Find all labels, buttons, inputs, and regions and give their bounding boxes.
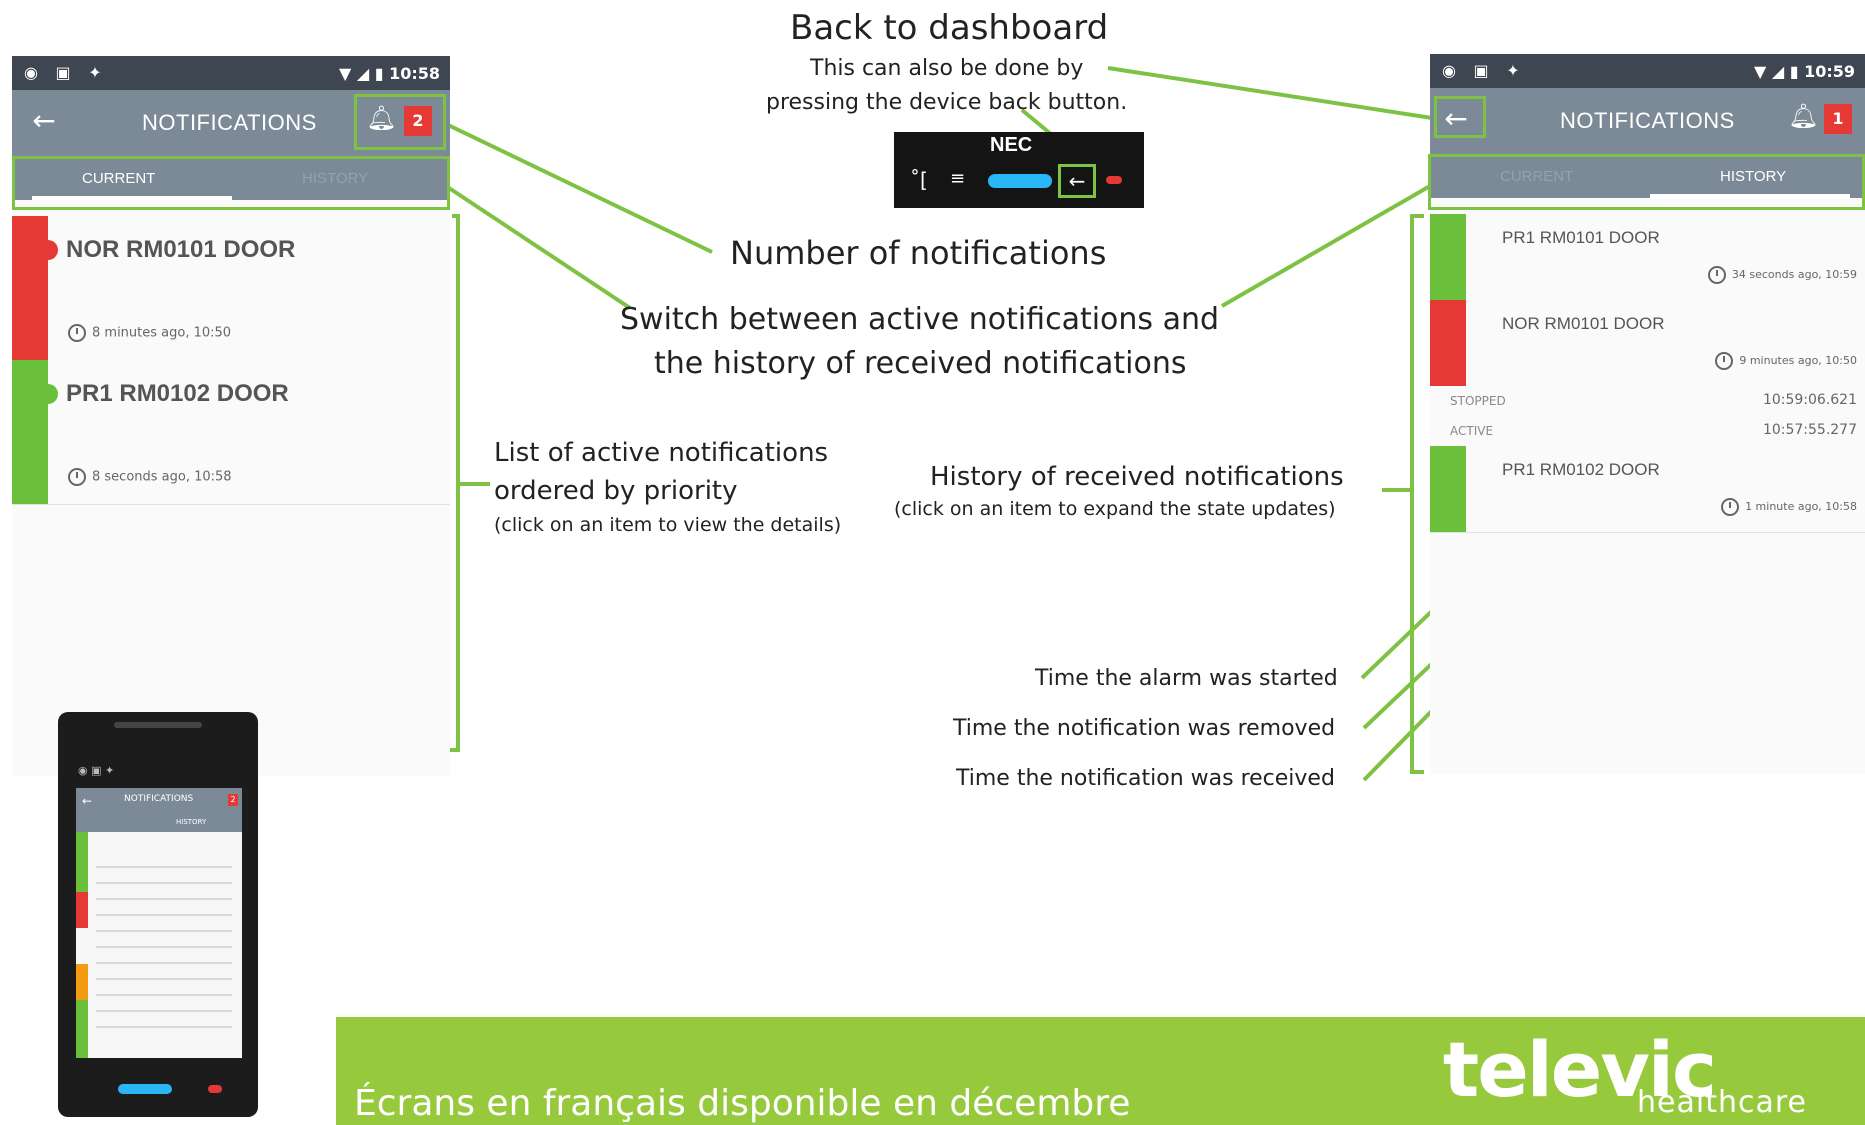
notification-time: 8 seconds ago, 10:58: [68, 468, 232, 486]
device-back-key[interactable]: ←: [1058, 164, 1096, 198]
state-time: 10:57:55.277: [1762, 422, 1857, 438]
clock-icon: [1707, 266, 1726, 284]
status-dot: [38, 240, 58, 260]
list-callout-line2: ordered by priority: [494, 476, 738, 506]
device-app-bar: ← NOTIFICATIONS 2 HISTORY: [76, 788, 242, 832]
notification-time: 1 minute ago, 10:58: [1721, 498, 1857, 516]
state-label: STOPPED: [1450, 394, 1506, 408]
list-item[interactable]: PR1 RM0102 DOOR 1 minute ago, 10:58: [1430, 446, 1865, 533]
time-received-callout: Time the notification was received: [956, 766, 1335, 791]
history-callout-line2: (click on an item to expand the state up…: [894, 498, 1336, 520]
status-time: 10:58: [389, 64, 440, 83]
navigation-key[interactable]: [988, 174, 1052, 188]
device-title: NOTIFICATIONS: [124, 794, 194, 804]
handheld-device-image: ◉ ▣ ✦ ← NOTIFICATIONS 2 HISTORY: [58, 712, 258, 1117]
notification-time: 34 seconds ago, 10:59: [1707, 266, 1857, 284]
device-strip: [76, 1000, 88, 1058]
status-time: 10:59: [1804, 62, 1855, 81]
list-item[interactable]: PR1 RM0101 DOOR 34 seconds ago, 10:59: [1430, 214, 1865, 301]
banner-text: Écrans en français disponible en décembr…: [354, 1083, 1131, 1124]
notification-time: 9 minutes ago, 10:50: [1715, 352, 1857, 370]
menu-key-icon: ≡: [950, 168, 966, 189]
time-removed-callout: Time the notification was removed: [953, 716, 1336, 741]
notification-title: NOR RM0101 DOOR: [66, 236, 296, 263]
priority-strip: [12, 216, 48, 360]
notification-count-badge: 1: [1824, 104, 1852, 134]
device-tab: HISTORY: [176, 818, 207, 826]
priority-strip: [1430, 446, 1466, 532]
status-bar: ◉ ▣ ✦ ▼ ◢ ▮ 10:58: [12, 56, 450, 90]
device-speaker: [114, 722, 202, 728]
status-dot: [38, 384, 58, 404]
device-keypad: NEC ˚[ ≡ ←: [894, 132, 1144, 208]
switch-callout-line1: Switch between active notifications and: [620, 302, 1220, 337]
notification-title: PR1 RM0102 DOOR: [66, 380, 289, 407]
back-button-highlight: [1434, 96, 1486, 138]
app-bar: ← NOTIFICATIONS 🔔︎ 1: [1430, 88, 1865, 152]
state-time: 10:59:06.621: [1762, 392, 1857, 408]
end-call-key-icon: [1106, 176, 1122, 184]
bell-icon[interactable]: 🔔︎: [1788, 102, 1818, 130]
clock-icon: [68, 468, 86, 486]
back-callout-line2: pressing the device back button.: [766, 90, 1128, 115]
device-badge: 2: [228, 794, 238, 806]
back-arrow-icon[interactable]: ←: [22, 102, 66, 142]
call-key-icon: ˚[: [910, 168, 928, 192]
back-callout-line1: This can also be done by: [810, 56, 1084, 81]
notification-title: NOR RM0101 DOOR: [1502, 314, 1665, 333]
badge-highlight: [354, 94, 446, 150]
footer-banner: Écrans en français disponible en décembr…: [336, 1017, 1865, 1125]
page-title: NOTIFICATIONS: [1560, 108, 1735, 133]
state-update-row: STOPPED 10:59:06.621: [1430, 386, 1865, 417]
notification-time: 8 minutes ago, 10:50: [68, 324, 231, 342]
device-nav-key: [118, 1084, 172, 1094]
device-strip: [76, 892, 88, 928]
list-item[interactable]: NOR RM0101 DOOR 8 minutes ago, 10:50: [12, 216, 450, 361]
wifi-icon: ▼ ◢ ▮: [338, 64, 390, 83]
status-icons: ◉ ▣ ✦: [24, 63, 108, 82]
list-item[interactable]: NOR RM0101 DOOR 9 minutes ago, 10:50: [1430, 300, 1865, 386]
priority-strip: [1430, 300, 1466, 386]
notification-title: PR1 RM0102 DOOR: [1502, 460, 1660, 479]
healthcare-logo-text: healthcare: [1637, 1085, 1807, 1120]
device-end-key: [208, 1085, 222, 1093]
number-callout: Number of notifications: [730, 234, 1107, 272]
keypad-brand: NEC: [990, 134, 1033, 156]
device-screen: ← NOTIFICATIONS 2 HISTORY: [76, 788, 242, 1058]
history-callout-line1: History of received notifications: [930, 462, 1344, 492]
list-callout-line1: List of active notifications: [494, 438, 829, 468]
clock-icon: [1715, 352, 1734, 370]
list-callout-line3: (click on an item to view the details): [494, 514, 842, 536]
notification-title: PR1 RM0101 DOOR: [1502, 228, 1660, 247]
priority-strip: [1430, 214, 1466, 300]
device-keys: [78, 1082, 238, 1096]
priority-strip: [12, 360, 48, 504]
device-back-icon: ←: [82, 794, 93, 808]
state-update-row: ACTIVE 10:57:55.277: [1430, 416, 1865, 447]
tabs-highlight: [1428, 154, 1865, 210]
page-title: NOTIFICATIONS: [142, 110, 317, 135]
device-list-lines: [96, 852, 232, 1042]
wifi-icon: ▼ ◢ ▮: [1753, 62, 1805, 81]
switch-callout-line2: the history of received notifications: [654, 346, 1187, 381]
clock-icon: [68, 324, 86, 342]
back-callout-title: Back to dashboard: [790, 8, 1109, 48]
time-started-callout: Time the alarm was started: [1035, 666, 1338, 691]
status-icons: ◉ ▣ ✦: [1442, 61, 1526, 80]
list-item[interactable]: PR1 RM0102 DOOR 8 seconds ago, 10:58: [12, 360, 450, 505]
state-label: ACTIVE: [1450, 424, 1494, 438]
device-strip: [76, 832, 88, 892]
device-status-icons: ◉ ▣ ✦: [78, 764, 115, 777]
tabs-highlight: [12, 156, 450, 210]
status-bar: ◉ ▣ ✦ ▼ ◢ ▮ 10:59: [1430, 54, 1865, 88]
device-strip: [76, 964, 88, 1000]
clock-icon: [1721, 498, 1740, 516]
